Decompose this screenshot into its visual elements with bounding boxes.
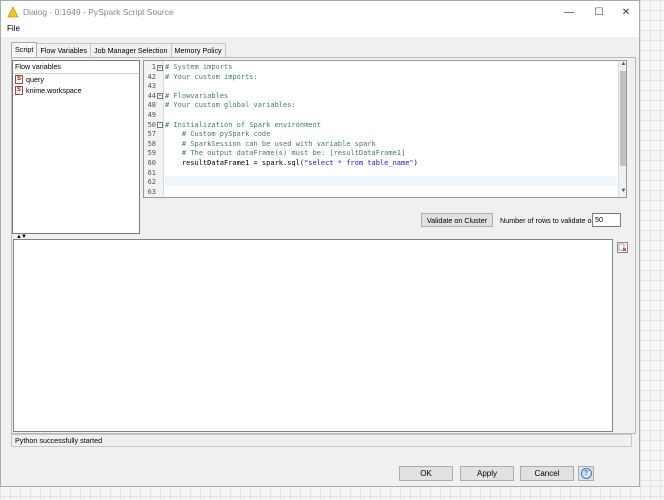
string-variable-icon: S xyxy=(15,75,23,84)
code-line: resultDataFrame1 = spark.sql("select * f… xyxy=(165,159,418,167)
menu-bar: File xyxy=(1,23,639,37)
flow-variables-list: Flow variables S query S knime.workspace xyxy=(12,60,140,234)
line-number: 1 xyxy=(151,63,156,71)
code-line: # SparkSession can be used with variable… xyxy=(165,139,376,148)
flow-variable-name: knime.workspace xyxy=(26,86,82,95)
flow-variable-name: query xyxy=(26,75,44,84)
editor-vertical-scrollbar[interactable]: ▲ ▼ xyxy=(618,61,626,197)
line-number: 60 xyxy=(147,159,156,167)
rows-to-validate-label: Number of rows to validate on xyxy=(500,216,596,225)
line-number: 43 xyxy=(147,82,156,91)
line-number: 49 xyxy=(147,111,156,119)
line-number: 61 xyxy=(147,168,156,177)
window-title: Dialog - 0:1949 - PySpark Script Source xyxy=(23,7,174,17)
code-line: # System imports xyxy=(165,63,233,71)
ok-button[interactable]: OK xyxy=(399,466,453,481)
flow-variable-item[interactable]: S knime.workspace xyxy=(13,85,139,96)
background-grid-bottom xyxy=(0,486,664,500)
string-literal: "select * from table_name" xyxy=(304,159,414,167)
script-tab-content: Flow variables S query S knime.workspace… xyxy=(11,57,636,434)
rows-to-validate-input[interactable]: 50 xyxy=(592,213,621,227)
menu-file[interactable]: File xyxy=(7,24,20,33)
fold-toggle-icon[interactable]: + xyxy=(157,64,163,71)
line-number: 62 xyxy=(147,178,156,187)
tab-job-manager-selection[interactable]: Job Manager Selection xyxy=(89,43,172,57)
scroll-up-icon[interactable]: ▲ xyxy=(619,61,626,70)
line-number: 50 xyxy=(147,120,156,129)
code-line: # Custom pySpark code xyxy=(165,130,271,139)
cancel-button[interactable]: Cancel xyxy=(520,466,574,481)
fold-toggle-icon[interactable]: - xyxy=(157,122,163,129)
maximize-icon[interactable]: ☐ xyxy=(586,1,612,23)
clear-console-icon[interactable] xyxy=(617,242,628,253)
fold-toggle-icon[interactable]: + xyxy=(157,93,163,100)
string-variable-icon: S xyxy=(15,86,23,95)
code-editor[interactable]: ▲ ▼ 1 + # System imports 42 # Your custom im… xyxy=(143,60,627,198)
close-icon[interactable]: ✕ xyxy=(613,1,639,23)
minimize-icon[interactable]: — xyxy=(556,1,582,23)
line-number: 57 xyxy=(147,130,156,139)
tab-script[interactable]: Script xyxy=(11,42,38,57)
line-number: 63 xyxy=(147,187,156,196)
help-icon: ? xyxy=(580,468,592,479)
line-number: 42 xyxy=(147,72,156,81)
flow-variable-item[interactable]: S query xyxy=(13,74,139,85)
status-bar: Python successfully started xyxy=(11,434,632,447)
line-number: 59 xyxy=(147,149,156,158)
dialog-window: Dialog - 0:1949 - PySpark Script Source … xyxy=(0,0,640,487)
tab-bar: Script Flow Variables Job Manager Select… xyxy=(11,42,226,57)
tab-memory-policy[interactable]: Memory Policy xyxy=(170,43,226,57)
code-line: # Initialization of Spark environment xyxy=(165,120,321,129)
warning-icon xyxy=(7,6,19,18)
tab-flow-variables[interactable]: Flow Variables xyxy=(36,43,91,57)
code-line: # The output dataFrame(s) must be: [resu… xyxy=(165,149,406,158)
code-line: # Your custom imports: xyxy=(165,72,258,81)
background-grid xyxy=(640,0,664,500)
line-number: 44 xyxy=(147,91,156,100)
title-bar: Dialog - 0:1949 - PySpark Script Source … xyxy=(1,1,639,23)
scrollbar-thumb[interactable] xyxy=(620,71,626,166)
help-button[interactable]: ? xyxy=(578,466,594,481)
code-line: # Flowvariables xyxy=(165,91,229,100)
scroll-down-icon[interactable]: ▼ xyxy=(619,188,626,197)
flow-variables-header: Flow variables xyxy=(13,61,139,74)
line-number: 58 xyxy=(147,139,156,148)
apply-button[interactable]: Apply xyxy=(460,466,514,481)
validate-on-cluster-button[interactable]: Validate on Cluster xyxy=(421,213,493,227)
line-number: 48 xyxy=(147,101,156,110)
code-line: # Your custom global variables: xyxy=(165,101,296,110)
console-output[interactable] xyxy=(13,239,613,432)
